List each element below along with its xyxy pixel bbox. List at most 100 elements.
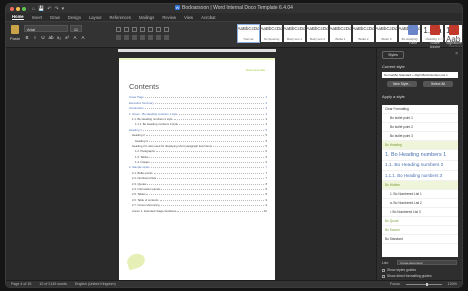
page-count[interactable]: Page 4 of 15 [11,282,31,286]
tab-draw[interactable]: Draw [50,15,60,20]
checkbox-box [382,268,385,272]
sort-button[interactable] [156,27,161,32]
format-button[interactable]: B [24,35,30,40]
toc-entry-text: 1.1. Bo Heading numbers 2 style [132,116,173,121]
show-direct-formatting-checkbox[interactable]: Show direct formatting guides [382,274,432,278]
format-button[interactable]: x² [64,35,70,40]
style-list-item[interactable]: Bo bullet point 1 [382,114,458,123]
toc-leader [148,140,265,142]
align-left-button[interactable] [116,35,121,40]
toc-leader [157,178,265,180]
toc-page-number: 4 [265,111,267,116]
page-header-band [119,58,275,60]
focus-button[interactable]: Focus [390,282,400,286]
tab-review[interactable]: Review [162,15,176,20]
style-gallery-item[interactable]: AaBbCcDd No Spacing [260,25,283,42]
tab-view[interactable]: View [184,15,193,20]
toc-entry-text: 1.1.1. Bo Heading numbers 3 style [135,122,178,127]
style-list[interactable]: Clear Formatting Bo bullet point 1 Bo bull… [382,105,458,257]
style-list-item[interactable]: 1. Bo Numbered List 1 [382,190,458,199]
toc-leader [149,156,265,158]
style-gallery-item[interactable]: AaBbCcDd Bullet 2 [352,25,375,42]
zoom-slider[interactable] [405,282,442,286]
style-list-item[interactable]: 1.1.1. Bo Heading numbers 3 [382,171,458,181]
toc-page-number: 8 [265,187,267,192]
tab-mailings[interactable]: Mailings [139,15,154,20]
style-list-item[interactable]: Bo Source [382,226,458,235]
tab-references[interactable]: References [110,15,131,20]
align-right-button[interactable] [132,35,137,40]
paragraph-align-buttons [116,35,169,40]
format-button[interactable]: I [32,35,38,40]
shading-button[interactable] [156,35,161,40]
format-button[interactable]: A [80,35,86,40]
show-marks-button[interactable] [164,27,169,32]
toc-page-number: 8 [265,181,267,186]
styles-pane-button[interactable]: Styles Pane [404,25,422,45]
borders-button[interactable] [164,35,169,40]
toc-leader [144,108,265,110]
tab-design[interactable]: Design [68,15,81,20]
multilevel-list-button[interactable] [132,27,137,32]
decrease-indent-button[interactable] [140,27,145,32]
font-size-dropdown[interactable]: 11 [70,25,82,32]
format-button[interactable]: U [40,35,46,40]
document-page[interactable]: Document title Contents Cover Page 1 Execu… [119,58,275,280]
style-list-item[interactable]: Bo Hidden [382,181,458,190]
toc-entry[interactable]: Annex 1: Intended Usage Guidance 10 [129,207,267,213]
paste-button[interactable]: Paste [10,25,20,43]
style-list-item[interactable]: i. Bo Numbered List 3 [382,208,458,217]
toc-entry-text: 1.2. Paragraphs [135,149,155,154]
document-canvas[interactable]: Document title Contents Cover Page 1 Execu… [6,53,376,280]
zoom-level[interactable]: 100% [448,282,457,286]
line-spacing-button[interactable] [148,35,153,40]
justify-button[interactable] [140,35,145,40]
tab-home[interactable]: Home [12,14,24,20]
style-list-item[interactable]: Bo bullet point 2 [382,123,458,132]
language-indicator[interactable]: English (United Kingdom) [75,282,116,286]
font-name-dropdown[interactable]: Arial [24,25,68,32]
toc-page-number: 10 [263,208,267,213]
bullets-button[interactable] [116,27,121,32]
style-gallery-item[interactable]: AaBbCcDd Bullet 1 [329,25,352,42]
current-style-field: Normal,Bo Standard,+ Right Bold,Number,L… [382,72,458,78]
toc-page-number: 6 [265,160,267,165]
toc-leader [159,199,265,201]
zoom-slider-knob[interactable] [425,282,428,286]
style-list-item[interactable]: Bo Quote [382,217,458,226]
tab-acrobat[interactable]: Acrobat [201,15,215,20]
style-gallery-item[interactable]: AaBbCcDd Body text 2 [306,25,329,42]
toc-entry-text: Executive Summary [129,100,154,105]
style-gallery-item[interactable]: AaBbCcDd Bullet 3 [375,25,398,42]
style-list-item[interactable]: Bo bullet point 3 [382,132,458,141]
request-signatures-button[interactable]: Request Signatures [446,25,462,45]
style-list-item[interactable]: Bo Heading [382,141,458,150]
word-count[interactable]: 10 of 2145 words [39,282,67,286]
tab-insert[interactable]: Insert [32,15,42,20]
toc-page-number: 6 [265,154,267,159]
format-button[interactable]: x₂ [56,35,62,40]
style-list-item[interactable]: a. Bo Numbered List 2 [382,199,458,208]
style-list-item[interactable]: 1. Bo Heading numbers 1 [382,150,458,161]
format-button[interactable]: A [72,35,78,40]
numbering-button[interactable] [124,27,129,32]
list-filter-dropdown[interactable]: In-use-document [397,260,457,265]
close-icon[interactable]: × [455,51,458,57]
leaf-logo-icon [125,251,147,271]
toc-leader [142,129,265,131]
show-styles-guides-checkbox[interactable]: Show styles guides [382,268,416,272]
style-gallery-item[interactable]: AaBbCcDd Normal [237,24,260,43]
select-all-button[interactable]: Select All [423,81,453,87]
tab-layout[interactable]: Layout [89,15,102,20]
increase-indent-button[interactable] [148,27,153,32]
style-list-item[interactable]: Bo Standard [382,235,458,244]
style-list-item[interactable]: Clear Formatting [382,105,458,114]
align-center-button[interactable] [124,35,129,40]
toc-page-number: 7 [265,165,267,170]
style-gallery-item[interactable]: AaBbCcDd Body text 1 [283,25,306,42]
format-button[interactable]: ab [48,35,54,40]
new-style-button[interactable]: New Style... [387,81,417,87]
toc-page-number: 7 [265,170,267,175]
style-list-item[interactable]: 1.1. Bo Heading numbers 2 [382,161,458,171]
toc-leader [178,124,265,126]
